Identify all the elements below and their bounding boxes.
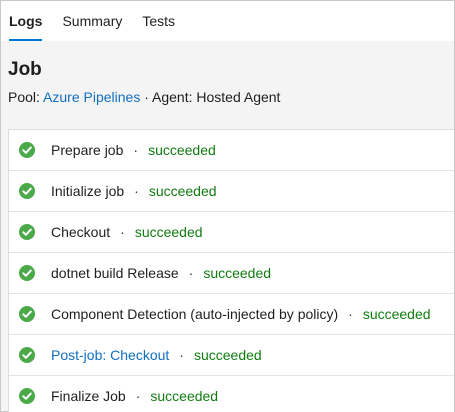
tab-summary[interactable]: Summary (62, 13, 122, 41)
step-name: Initialize job (51, 183, 125, 199)
step-name: dotnet build Release (51, 265, 179, 281)
step-name: Component Detection (auto-injected by po… (51, 306, 339, 322)
meta-separator: · (144, 89, 149, 105)
page-title: Job (8, 59, 42, 80)
step-name: Checkout (51, 224, 111, 240)
step-separator: · (120, 224, 125, 240)
pool-label: Pool: (8, 89, 40, 105)
check-circle-icon (19, 142, 35, 158)
step-separator: · (179, 347, 184, 363)
status-label: succeeded (193, 347, 262, 363)
step-separator: · (188, 265, 194, 281)
step-name-link[interactable]: Post-job: Checkout (51, 347, 169, 363)
tab-logs[interactable]: Logs (9, 13, 43, 41)
check-circle-icon (19, 224, 35, 240)
status-label: succeeded (150, 388, 219, 404)
step-row[interactable]: Post-job: Checkout · succeeded (9, 335, 454, 376)
check-circle-icon (19, 306, 35, 322)
status-label: succeeded (362, 306, 431, 322)
job-header: Job Pool: Azure Pipelines · Agent: Hoste… (1, 41, 454, 117)
status-label: succeeded (148, 142, 216, 158)
step-row[interactable]: Component Detection (auto-injected by po… (9, 294, 454, 335)
check-circle-icon (19, 183, 35, 199)
step-row[interactable]: Checkout · succeeded (9, 212, 454, 253)
tab-bar: Logs Summary Tests (1, 1, 454, 41)
step-separator: · (133, 142, 139, 158)
check-circle-icon (19, 388, 35, 404)
check-circle-icon (19, 265, 35, 281)
step-separator: · (348, 306, 353, 322)
agent-label: Agent: Hosted Agent (152, 89, 281, 105)
step-row[interactable]: Initialize job · succeeded (9, 171, 454, 212)
status-label: succeeded (134, 224, 203, 240)
step-name: Prepare job (51, 142, 124, 158)
pool-link[interactable]: Azure Pipelines (43, 89, 140, 105)
status-label: succeeded (203, 265, 272, 281)
step-name: Finalize Job (51, 388, 126, 404)
job-log-panel: Logs Summary Tests Job Pool: Azure Pipel… (0, 0, 455, 412)
step-row[interactable]: dotnet build Release · succeeded (9, 253, 454, 294)
step-separator: · (135, 388, 141, 404)
step-list: Prepare job · succeeded Initialize job ·… (8, 129, 454, 412)
check-circle-icon (19, 347, 35, 363)
step-row[interactable]: Prepare job · succeeded (9, 130, 454, 171)
step-row[interactable]: Finalize Job · succeeded (9, 376, 454, 412)
tab-tests[interactable]: Tests (142, 13, 175, 41)
status-label: succeeded (148, 183, 217, 199)
step-separator: · (134, 183, 139, 199)
job-meta: Pool: Azure Pipelines · Agent: Hosted Ag… (8, 89, 447, 105)
